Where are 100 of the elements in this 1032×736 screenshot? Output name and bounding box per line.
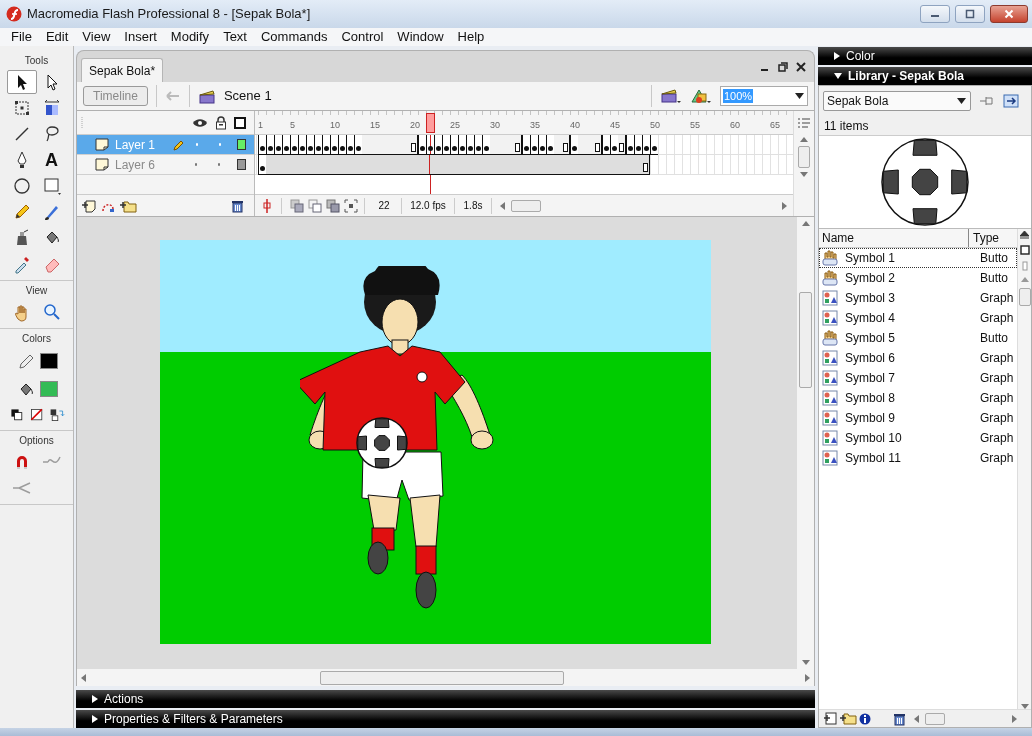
scroll-right-icon	[782, 201, 787, 210]
frame-cell[interactable]	[578, 135, 586, 155]
library-row[interactable]: Symbol 9 Graph	[819, 408, 1017, 428]
trash-icon[interactable]	[893, 711, 906, 726]
keyframe[interactable]	[650, 135, 658, 155]
add-layer-icon[interactable]	[81, 198, 97, 213]
scroll-thumb[interactable]	[511, 199, 541, 212]
vertical-scrollbar[interactable]	[1017, 229, 1031, 709]
panel-title: Library - Sepak Bola	[848, 68, 965, 85]
frame-number: 60	[730, 119, 740, 130]
menu-item[interactable]: Help	[450, 28, 492, 46]
lock-toggle[interactable]	[218, 163, 221, 166]
close-button[interactable]	[990, 5, 1028, 23]
frame-number: 10	[330, 119, 340, 130]
grip-icon	[81, 116, 84, 129]
frame-cell[interactable]	[554, 135, 562, 155]
document-tab[interactable]: Sepak Bola*	[81, 58, 164, 82]
symbol-type: Graph	[980, 410, 1014, 427]
frame-cell[interactable]	[362, 135, 370, 155]
column-header[interactable]: Type	[973, 231, 999, 245]
panel-header[interactable]: Library - Sepak Bola	[818, 67, 1032, 85]
fill-color-swatch[interactable]	[39, 381, 58, 397]
library-row[interactable]: Symbol 8 Graph	[819, 388, 1017, 408]
library-row[interactable]: Symbol 1 Butto	[819, 248, 1017, 268]
menu-item[interactable]: File	[4, 28, 39, 46]
stroke-color-swatch[interactable]	[39, 353, 58, 369]
library-row[interactable]: Symbol 7 Graph	[819, 368, 1017, 388]
library-row[interactable]: Symbol 4 Graph	[819, 308, 1017, 328]
info-icon[interactable]	[859, 712, 871, 725]
edit-multiple-icon[interactable]	[326, 198, 340, 213]
wide-view-icon[interactable]	[1019, 245, 1030, 255]
scroll-thumb[interactable]	[925, 712, 945, 725]
menu-item[interactable]: Control	[334, 28, 391, 46]
scroll-thumb[interactable]	[798, 146, 810, 168]
lock-toggle[interactable]	[218, 143, 221, 146]
library-row[interactable]: Symbol 10 Graph	[819, 428, 1017, 448]
library-row[interactable]: Symbol 5 Butto	[819, 328, 1017, 348]
onion-markers-icon[interactable]	[344, 198, 358, 213]
onion-outline-icon[interactable]	[308, 198, 322, 213]
layer-color-swatch[interactable]	[237, 159, 246, 170]
panel-header[interactable]: Actions	[76, 690, 815, 708]
onion-skin-icon[interactable]	[290, 198, 304, 213]
text-tool-button[interactable]: A	[36, 148, 67, 172]
layer-color-swatch[interactable]	[237, 139, 246, 150]
trash-icon[interactable]	[231, 198, 244, 213]
symbol-type: Butto	[980, 270, 1009, 287]
menu-item[interactable]: Text	[216, 28, 254, 46]
horizontal-scrollbar[interactable]	[77, 669, 814, 686]
frame-cell[interactable]	[490, 135, 498, 155]
frame-cell[interactable]	[266, 155, 274, 175]
scroll-down-icon	[800, 172, 808, 177]
minimize-button[interactable]	[920, 5, 950, 23]
library-row[interactable]: Symbol 11 Graph	[819, 448, 1017, 468]
sort-icon[interactable]	[1020, 231, 1029, 239]
clapperboard-icon[interactable]	[660, 87, 682, 105]
end-frame[interactable]	[642, 155, 650, 175]
swap-colors-icon	[48, 407, 65, 423]
menu-item[interactable]: View	[75, 28, 118, 46]
menu-item[interactable]: Edit	[38, 28, 76, 46]
outline-square-icon[interactable]	[234, 116, 246, 129]
add-folder-icon[interactable]	[119, 198, 137, 213]
new-library-panel-icon[interactable]	[1003, 94, 1019, 108]
menu-item[interactable]: Commands	[253, 28, 335, 46]
magnifier-icon	[41, 302, 62, 322]
library-row[interactable]: Symbol 6 Graph	[819, 348, 1017, 368]
eye-icon[interactable]	[192, 116, 208, 129]
pin-icon[interactable]	[979, 94, 995, 108]
visibility-toggle[interactable]	[194, 163, 197, 166]
maximize-button[interactable]	[955, 5, 985, 23]
scroll-thumb[interactable]	[320, 670, 564, 685]
scroll-thumb[interactable]	[1018, 288, 1031, 306]
library-dropdown[interactable]: Sepak Bola	[823, 91, 971, 111]
menu-item[interactable]: Insert	[117, 28, 164, 46]
scroll-thumb[interactable]	[799, 292, 812, 388]
menu-item[interactable]: Window	[390, 28, 451, 46]
vertical-scrollbar[interactable]	[797, 217, 814, 669]
new-folder-icon[interactable]	[839, 712, 857, 725]
lock-icon[interactable]	[215, 115, 227, 130]
visibility-toggle[interactable]	[195, 143, 198, 146]
library-row[interactable]: Symbol 2 Butto	[819, 268, 1017, 288]
menu-item[interactable]: Modify	[163, 28, 217, 46]
library-row[interactable]: Symbol 3 Graph	[819, 288, 1017, 308]
restore-icon[interactable]	[778, 61, 788, 72]
new-symbol-icon[interactable]	[823, 712, 837, 725]
close-icon[interactable]	[796, 61, 806, 72]
scene-name: Scene 1	[223, 87, 272, 106]
center-frame-icon[interactable]	[261, 198, 273, 213]
arrow-tool-button[interactable]	[6, 70, 37, 94]
panel-header[interactable]: Properties & Filters & Parameters	[76, 710, 815, 728]
frame-cell[interactable]	[426, 155, 434, 175]
column-header[interactable]: Name	[822, 231, 854, 245]
frame-cell[interactable]	[418, 155, 426, 175]
shapes-icon[interactable]	[690, 87, 712, 105]
frame-number: 15	[370, 119, 380, 130]
panel-header[interactable]: Color	[818, 47, 1032, 65]
playhead[interactable]	[425, 113, 435, 133]
frame-rate: 12.0 fps	[409, 199, 447, 213]
maximize-icon	[965, 9, 975, 19]
symbol-name: Symbol 2	[845, 270, 897, 287]
frame-number: 35	[530, 119, 540, 130]
